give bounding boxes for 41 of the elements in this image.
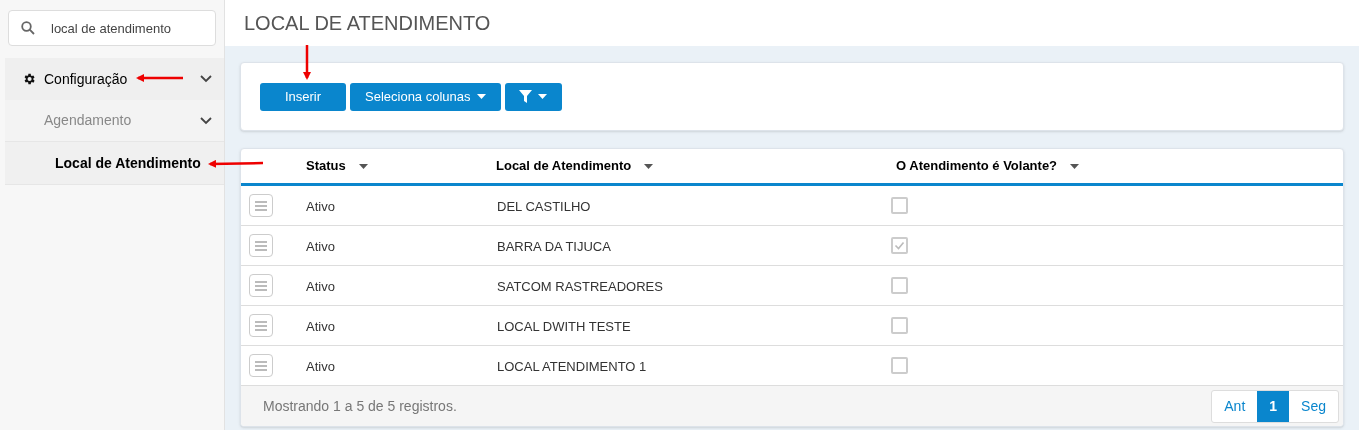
search-field[interactable]: local de atendimento — [8, 10, 216, 46]
table-cell: Ativo — [306, 198, 335, 214]
page-button[interactable]: Seg — [1289, 390, 1338, 422]
annotation-arrow — [136, 74, 183, 82]
table-cell: Ativo — [306, 358, 335, 374]
page-title: LOCAL DE ATENDIMENTO — [244, 11, 491, 36]
table-cell: BARRA DA TIJUCA — [497, 238, 611, 254]
sort-icon — [644, 163, 654, 169]
row-menu-button[interactable] — [249, 274, 273, 297]
menu-item[interactable]: Configuração — [5, 58, 224, 100]
sort-icon — [358, 163, 368, 169]
caret-icon — [538, 94, 548, 99]
row-menu-button[interactable] — [249, 194, 273, 217]
table-cell: LOCAL ATENDIMENTO 1 — [497, 358, 647, 374]
table-cell: Ativo — [306, 318, 335, 334]
table-cell: DEL CASTILHO — [497, 198, 591, 214]
toolbar-button[interactable]: Seleciona colunas — [350, 82, 501, 111]
chevron-icon — [200, 116, 212, 125]
filter-icon — [519, 90, 533, 103]
menu-item[interactable]: Local de Atendimento — [5, 142, 224, 185]
annotation-arrow — [208, 159, 264, 168]
page-button[interactable]: 1 — [1257, 390, 1290, 422]
row-menu-button[interactable] — [249, 314, 273, 337]
gear-icon — [22, 72, 36, 86]
column-header[interactable]: Status — [306, 156, 368, 176]
sort-icon — [1070, 163, 1080, 169]
column-header[interactable]: O Atendimento é Volante? — [896, 156, 1080, 176]
filter-button[interactable] — [504, 82, 562, 111]
annotation-arrow — [303, 45, 311, 80]
row-menu-button[interactable] — [249, 354, 273, 377]
table-cell: LOCAL DWITH TESTE — [497, 318, 631, 334]
caret-icon — [476, 94, 486, 99]
row-menu-button[interactable] — [249, 234, 273, 257]
column-header[interactable]: Local de Atendimento — [496, 156, 654, 176]
table-cell: SATCOM RASTREADORES — [497, 278, 663, 294]
chevron-icon — [200, 75, 212, 83]
table-cell: Ativo — [306, 278, 335, 294]
table-cell: Ativo — [306, 238, 335, 254]
table-summary: Mostrando 1 a 5 de 5 registros. — [263, 396, 457, 416]
page-button[interactable]: Ant — [1212, 390, 1258, 422]
toolbar-button[interactable]: Inserir — [260, 82, 346, 111]
